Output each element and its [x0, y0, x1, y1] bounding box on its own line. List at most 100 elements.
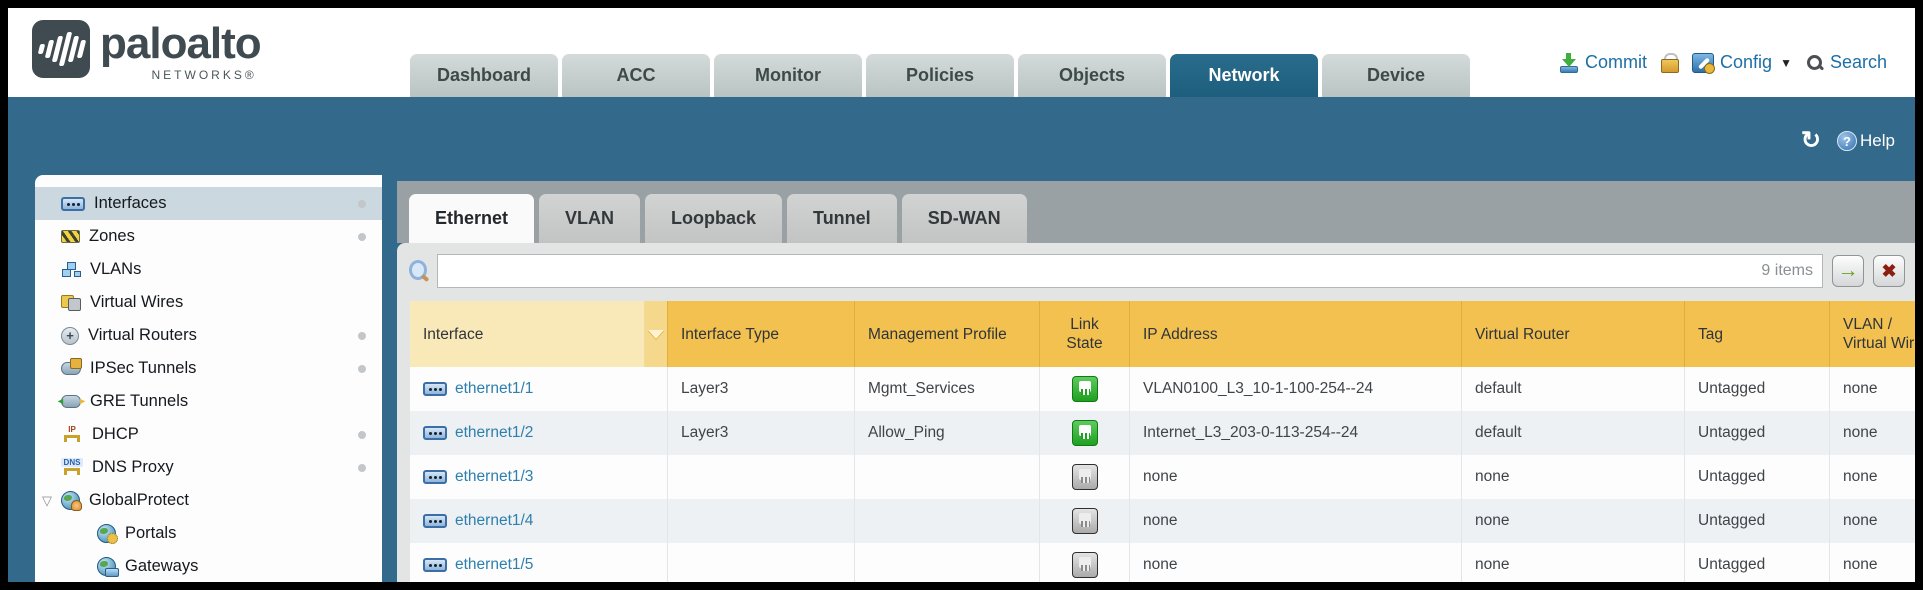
interface-icon — [423, 558, 447, 572]
banner-actions: ↻ ? Help — [1801, 131, 1895, 151]
main-content: Ethernet VLAN Loopback Tunnel SD-WAN 9 i… — [397, 181, 1915, 582]
cell-ip-address: none — [1130, 543, 1462, 582]
ipsec-tunnels-icon — [61, 362, 81, 375]
interface-icon — [423, 382, 447, 396]
sidebar-item-gre-tunnels[interactable]: GRE Tunnels — [35, 385, 382, 418]
interface-link[interactable]: ethernet1/4 — [455, 512, 533, 530]
interface-link[interactable]: ethernet1/5 — [455, 556, 533, 574]
sidebar-item-zones[interactable]: Zones — [35, 220, 382, 253]
help-button[interactable]: ? Help — [1837, 131, 1895, 151]
main-nav: Dashboard ACC Monitor Policies Objects N… — [410, 54, 1470, 97]
sidebar-item-dhcp[interactable]: IP DHCP — [35, 418, 382, 451]
tab-acc[interactable]: ACC — [562, 54, 710, 97]
item-dot — [358, 332, 366, 340]
tab-objects[interactable]: Objects — [1018, 54, 1166, 97]
link-state-down-icon — [1072, 508, 1098, 534]
interface-type-tabs: Ethernet VLAN Loopback Tunnel SD-WAN — [397, 181, 1915, 243]
tab-device[interactable]: Device — [1322, 54, 1470, 97]
interface-link[interactable]: ethernet1/2 — [455, 424, 533, 442]
link-state-down-icon — [1072, 464, 1098, 490]
tab-monitor[interactable]: Monitor — [714, 54, 862, 97]
cell-mgmt-profile — [855, 455, 1040, 499]
cell-link-state — [1040, 455, 1130, 499]
zones-icon — [61, 230, 80, 243]
config-menu-button[interactable]: Config ▼ — [1692, 52, 1792, 73]
tab-dashboard[interactable]: Dashboard — [410, 54, 558, 97]
tab-vlan[interactable]: VLAN — [539, 194, 640, 243]
interface-link[interactable]: ethernet1/1 — [455, 380, 533, 398]
cell-mgmt-profile: Mgmt_Services — [855, 367, 1040, 411]
commit-button[interactable]: Commit — [1559, 52, 1647, 73]
search-icon — [1806, 54, 1824, 72]
column-header-interface[interactable]: Interface — [410, 301, 645, 367]
sidebar-item-virtual-routers[interactable]: + Virtual Routers — [35, 319, 382, 352]
cell-tag: Untagged — [1685, 367, 1830, 411]
logo-sub: NETWORKS® — [100, 68, 261, 82]
table-row[interactable]: ethernet1/3 none none Untagged none — [410, 455, 1915, 499]
link-state-down-icon — [1072, 552, 1098, 578]
column-header-tag[interactable]: Tag — [1685, 301, 1830, 367]
column-dropdown-icon — [648, 330, 664, 339]
sidebar: Interfaces Zones VLANs Virtual Wires + V… — [35, 175, 382, 582]
filter-input[interactable] — [437, 254, 1823, 288]
column-header-ip-address[interactable]: IP Address — [1130, 301, 1462, 367]
sidebar-item-vlans[interactable]: VLANs — [35, 253, 382, 286]
cell-link-state — [1040, 411, 1130, 455]
cell-vlan: none — [1830, 411, 1915, 455]
interfaces-table: Interface Interface Type Management Prof… — [410, 301, 1915, 582]
tab-ethernet[interactable]: Ethernet — [409, 194, 534, 243]
sidebar-item-globalprotect[interactable]: ▽ GlobalProtect — [35, 484, 382, 517]
globalprotect-icon — [61, 491, 80, 510]
cell-link-state — [1040, 543, 1130, 582]
top-header: paloalto NETWORKS® Dashboard ACC Monitor… — [8, 8, 1915, 97]
cell-vlan: none — [1830, 543, 1915, 582]
chevron-down-icon: ▼ — [1780, 56, 1792, 70]
lock-icon[interactable] — [1661, 53, 1678, 73]
sidebar-item-interfaces[interactable]: Interfaces — [35, 187, 382, 220]
tab-sdwan[interactable]: SD-WAN — [902, 194, 1027, 243]
sidebar-item-ipsec-tunnels[interactable]: IPSec Tunnels — [35, 352, 382, 385]
filter-bar: 9 items → ✖ — [397, 243, 1915, 299]
screen: paloalto NETWORKS® Dashboard ACC Monitor… — [0, 0, 1923, 590]
help-icon: ? — [1837, 131, 1857, 151]
table-row[interactable]: ethernet1/4 none none Untagged none — [410, 499, 1915, 543]
cell-virtual-router: none — [1462, 455, 1685, 499]
expander-icon[interactable]: ▽ — [42, 493, 52, 509]
column-menu-button[interactable] — [645, 301, 668, 367]
cell-interface-type: Layer3 — [668, 411, 855, 455]
sidebar-item-virtual-wires[interactable]: Virtual Wires — [35, 286, 382, 319]
search-button[interactable]: Search — [1806, 52, 1887, 73]
cell-virtual-router: default — [1462, 367, 1685, 411]
sidebar-item-portals[interactable]: Portals — [35, 517, 382, 550]
tab-tunnel[interactable]: Tunnel — [787, 194, 897, 243]
column-header-management-profile[interactable]: Management Profile — [855, 301, 1040, 367]
arrow-right-icon: → — [1838, 261, 1859, 281]
tab-loopback[interactable]: Loopback — [645, 194, 782, 243]
refresh-icon[interactable]: ↻ — [1801, 131, 1821, 151]
interface-link[interactable]: ethernet1/3 — [455, 468, 533, 486]
cell-interface-type — [668, 543, 855, 582]
clear-filter-button[interactable]: ✖ — [1873, 255, 1905, 287]
table-row[interactable]: ethernet1/2 Layer3 Allow_Ping Internet_L… — [410, 411, 1915, 455]
close-icon: ✖ — [1881, 261, 1896, 282]
apply-filter-button[interactable]: → — [1832, 255, 1864, 287]
utility-nav: Commit Config ▼ Search — [1559, 52, 1887, 73]
cell-mgmt-profile — [855, 499, 1040, 543]
tab-policies[interactable]: Policies — [866, 54, 1014, 97]
tab-network[interactable]: Network — [1170, 54, 1318, 97]
column-header-link-state[interactable]: Link State — [1040, 301, 1130, 367]
items-count: 9 items — [1761, 262, 1813, 280]
column-header-interface-type[interactable]: Interface Type — [668, 301, 855, 367]
cell-interface-type — [668, 455, 855, 499]
cell-tag: Untagged — [1685, 499, 1830, 543]
column-header-vlan-virtual-wire[interactable]: VLAN / Virtual Wire — [1830, 301, 1915, 367]
item-dot — [358, 464, 366, 472]
link-state-up-icon — [1072, 376, 1098, 402]
table-row[interactable]: ethernet1/5 none none Untagged none — [410, 543, 1915, 582]
table-row[interactable]: ethernet1/1 Layer3 Mgmt_Services VLAN010… — [410, 367, 1915, 411]
sidebar-item-gateways[interactable]: Gateways — [35, 550, 382, 582]
sidebar-item-dns-proxy[interactable]: DNS DNS Proxy — [35, 451, 382, 484]
logo-wordmark: paloalto — [100, 19, 261, 68]
commit-icon — [1559, 53, 1579, 73]
column-header-virtual-router[interactable]: Virtual Router — [1462, 301, 1685, 367]
